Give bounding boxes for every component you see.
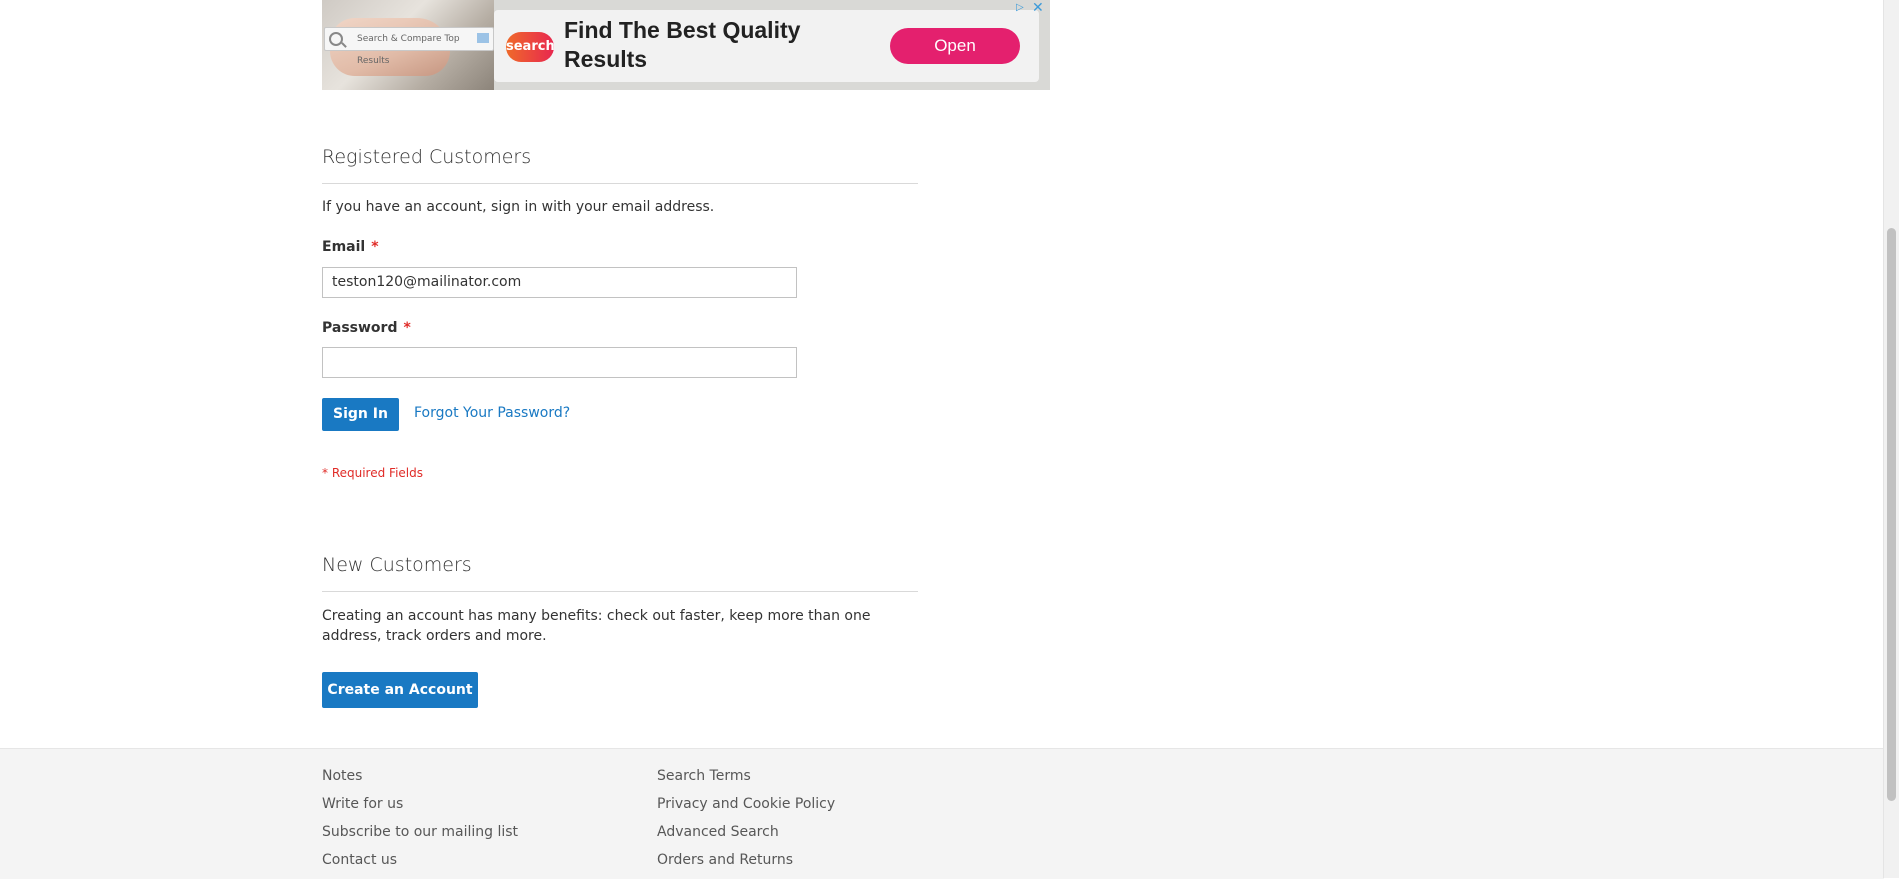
search-icon (329, 32, 343, 46)
login-section-title: Registered Customers (322, 146, 532, 168)
required-asterisk: * (371, 239, 379, 255)
ad-logo: search (506, 32, 555, 62)
footer-link-search-terms[interactable]: Search Terms (657, 768, 751, 784)
sign-in-button[interactable]: Sign In (322, 398, 399, 431)
footer-link-advanced-search[interactable]: Advanced Search (657, 824, 779, 840)
footer-link-subscribe[interactable]: Subscribe to our mailing list (322, 824, 518, 840)
page: Search & Compare Top Results search Find… (0, 0, 1884, 879)
footer-link-orders-returns[interactable]: Orders and Returns (657, 852, 793, 868)
ad-search-bar-text: Search & Compare Top Results (357, 34, 460, 66)
scrollbar-thumb[interactable] (1887, 228, 1896, 801)
register-divider (322, 591, 918, 592)
forgot-password-link[interactable]: Forgot Your Password? (414, 405, 570, 421)
footer-link-notes[interactable]: Notes (322, 768, 362, 784)
ad-card[interactable]: search Find The Best Quality Results Ope… (494, 10, 1039, 82)
password-label: Password * (322, 320, 411, 336)
footer-link-contact-us[interactable]: Contact us (322, 852, 397, 868)
vertical-scrollbar[interactable] (1883, 0, 1899, 878)
ad-banner[interactable]: Search & Compare Top Results search Find… (322, 0, 1050, 90)
required-fields-note: * Required Fields (322, 466, 423, 480)
email-label: Email * (322, 239, 379, 255)
login-divider (322, 183, 918, 184)
footer-link-privacy[interactable]: Privacy and Cookie Policy (657, 796, 835, 812)
footer-link-write-for-us[interactable]: Write for us (322, 796, 403, 812)
required-asterisk: * (403, 320, 411, 336)
close-icon[interactable]: ✕ (1032, 1, 1046, 15)
ad-choices-icon[interactable]: ▷ (1016, 2, 1028, 14)
register-intro: Creating an account has many benefits: c… (322, 608, 871, 644)
ad-search-bar-button (477, 33, 489, 43)
register-section-title: New Customers (322, 554, 472, 576)
ad-image: Search & Compare Top Results (322, 0, 494, 90)
email-field[interactable]: teston120@mailinator.com (322, 267, 797, 298)
ad-search-bar: Search & Compare Top Results (324, 27, 494, 66)
create-account-button[interactable]: Create an Account (322, 672, 478, 708)
login-intro: If you have an account, sign in with you… (322, 199, 715, 215)
password-label-text: Password (322, 320, 398, 336)
email-label-text: Email (322, 239, 366, 255)
password-field[interactable] (322, 347, 797, 378)
ad-headline[interactable]: Find The Best Quality Results (564, 16, 824, 74)
footer: Notes Write for us Subscribe to our mail… (0, 748, 1884, 879)
ad-open-button[interactable]: Open (890, 28, 1020, 64)
